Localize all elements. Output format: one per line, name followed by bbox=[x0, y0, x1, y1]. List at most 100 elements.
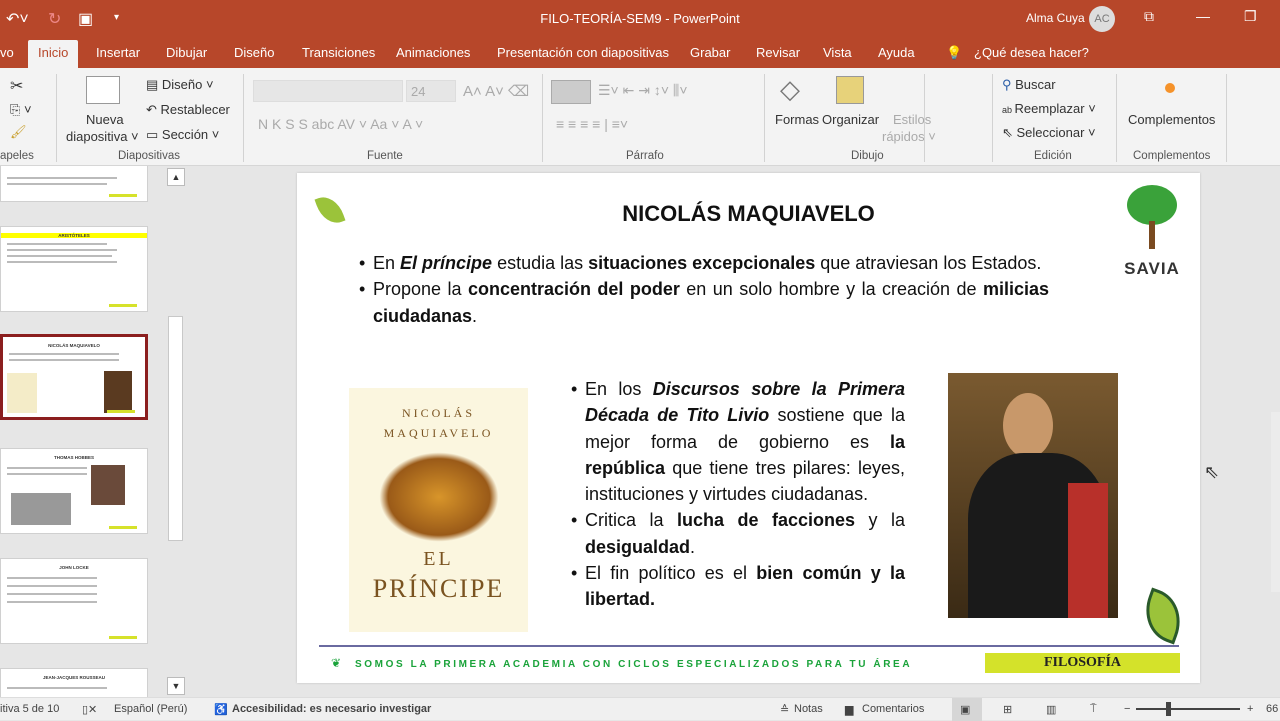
thumbnail-title: JEAN-JACQUES ROUSSEAU bbox=[42, 675, 105, 680]
search-icon: ⚲ bbox=[1002, 77, 1016, 92]
tab-transiciones[interactable]: Transiciones bbox=[302, 45, 375, 60]
slide-title: NICOLÁS MAQUIAVELO bbox=[622, 201, 875, 226]
slide-thumbnail[interactable] bbox=[0, 166, 148, 202]
slides-group-label: Diapositivas bbox=[118, 150, 180, 162]
tab-revisar[interactable]: Revisar bbox=[756, 45, 800, 60]
paragraph-list-icons[interactable]: ☰˅ ⇤ ⇥ ↕˅ ⫼˅ bbox=[598, 82, 688, 99]
tab-vista[interactable]: Vista bbox=[823, 45, 852, 60]
mouse-cursor-icon: ⇖ bbox=[1204, 462, 1220, 482]
font-name-box[interactable] bbox=[253, 80, 403, 102]
zoom-slider[interactable] bbox=[1136, 708, 1240, 710]
slide-sorter-icon[interactable]: ⊞ bbox=[1003, 703, 1012, 716]
book-author-first: NICOLÁS bbox=[401, 406, 475, 420]
new-slide-button[interactable]: Nueva bbox=[86, 112, 124, 127]
reset-button[interactable]: ↶ Restablecer bbox=[146, 102, 230, 118]
addins-button[interactable]: Complementos bbox=[1128, 112, 1215, 127]
zoom-level[interactable]: 66 bbox=[1266, 703, 1278, 715]
tab-archivo[interactable]: vo bbox=[0, 45, 14, 60]
copy-icon[interactable]: ⎘ ˅ bbox=[10, 102, 32, 118]
select-button[interactable]: ⇖ Seleccionar ˅ bbox=[1002, 125, 1096, 141]
scroll-up-icon[interactable]: ▲ bbox=[167, 168, 185, 186]
restore-icon[interactable]: ❐ bbox=[1244, 8, 1257, 25]
format-painter-icon[interactable]: 🖌 bbox=[10, 124, 27, 140]
thumbnail-title: JOHN LOCKE bbox=[59, 565, 89, 570]
addins-group-label: Complementos bbox=[1133, 150, 1211, 162]
reset-icon: ↶ bbox=[146, 102, 161, 117]
savia-logo: SAVIA bbox=[1119, 185, 1185, 278]
tab-diseno[interactable]: Diseño bbox=[234, 45, 274, 60]
bullet-1: En El príncipe estudia las situaciones e… bbox=[359, 250, 1049, 277]
tab-dibujar[interactable]: Dibujar bbox=[166, 45, 207, 60]
spellcheck-icon[interactable]: ▯✕ bbox=[82, 703, 97, 716]
accessibility-button[interactable]: Accesibilidad: es necesario investigar bbox=[232, 703, 431, 715]
tab-grabar[interactable]: Grabar bbox=[690, 45, 730, 60]
ribbon-tabs: vo Inicio Insertar Dibujar Diseño Transi… bbox=[0, 36, 1280, 68]
language-button[interactable]: Español (Perú) bbox=[114, 703, 187, 715]
find-label: Buscar bbox=[1015, 77, 1056, 92]
scrollbar-thumb[interactable] bbox=[168, 316, 183, 541]
slide-thumbnail-selected[interactable]: NICOLÁS MAQUIAVELO bbox=[0, 334, 148, 420]
bullets-button[interactable] bbox=[551, 80, 591, 104]
comments-button[interactable]: Comentarios bbox=[862, 703, 924, 715]
footer-slogan: SOMOS LA PRIMERA ACADEMIA CON CICLOS ESP… bbox=[355, 659, 913, 670]
zoom-slider-thumb[interactable] bbox=[1166, 702, 1171, 716]
user-name[interactable]: Alma Cuya bbox=[1026, 11, 1085, 25]
zoom-out-icon[interactable]: − bbox=[1124, 703, 1130, 715]
slide-scrollbar[interactable] bbox=[1271, 412, 1280, 592]
machiavelli-portrait bbox=[948, 373, 1118, 618]
slide-thumbnail[interactable]: JEAN-JACQUES ROUSSEAU bbox=[0, 668, 148, 697]
replace-button[interactable]: ab Reemplazar ˅ bbox=[1002, 101, 1096, 116]
avatar[interactable]: AC bbox=[1089, 6, 1115, 32]
reading-view-icon[interactable]: ▥ bbox=[1046, 703, 1056, 716]
font-grow-shrink-icons[interactable]: A˄ A˅ ⌫ bbox=[463, 82, 529, 100]
notes-button[interactable]: Notas bbox=[794, 703, 823, 715]
arrange-button[interactable]: Organizar bbox=[822, 112, 879, 127]
replace-label: Reemplazar ˅ bbox=[1014, 101, 1096, 116]
slideshow-icon[interactable]: ⍑ bbox=[1090, 703, 1097, 716]
layout-label: Diseño ˅ bbox=[161, 77, 214, 92]
accessibility-icon: ♿ bbox=[214, 704, 228, 716]
scroll-down-icon[interactable]: ▼ bbox=[167, 677, 185, 695]
tab-ayuda[interactable]: Ayuda bbox=[878, 45, 915, 60]
font-format-buttons[interactable]: N K S S abc AV ˅ Aa ˅ A ˅ bbox=[258, 116, 423, 132]
find-button[interactable]: ⚲ Buscar bbox=[1002, 77, 1056, 93]
book-author-last: MAQUIAVELO bbox=[383, 426, 494, 440]
cut-icon[interactable]: ✂ bbox=[10, 76, 23, 96]
editing-group-label: Edición bbox=[1034, 150, 1072, 162]
quick-styles-dropdown[interactable]: rápidos ˅ bbox=[882, 129, 936, 144]
top-bullets: En El príncipe estudia las situaciones e… bbox=[359, 250, 1049, 329]
slide-counter: itiva 5 de 10 bbox=[0, 703, 60, 715]
slide-thumbnail[interactable]: THOMAS HOBBES bbox=[0, 448, 148, 534]
slide-thumbnail[interactable]: ARISTÓTELES bbox=[0, 226, 148, 312]
tab-animaciones[interactable]: Animaciones bbox=[396, 45, 470, 60]
notes-icon: ≙ bbox=[780, 704, 790, 716]
quick-styles-button[interactable]: Estilos bbox=[893, 112, 931, 127]
thumbnails-scrollbar[interactable]: ▲ ▼ bbox=[166, 166, 186, 697]
cursor-icon: ⇖ bbox=[1002, 125, 1017, 140]
book-title: PRÍNCIPE bbox=[372, 574, 505, 603]
drawing-group-label: Dibujo bbox=[851, 150, 884, 162]
section-label: Sección ˅ bbox=[161, 127, 220, 142]
align-icons[interactable]: ≡ ≡ ≡ ≡ | ≡˅ bbox=[556, 116, 628, 132]
new-slide-dropdown[interactable]: diapositiva ˅ bbox=[66, 129, 139, 144]
tab-presentacion[interactable]: Presentación con diapositivas bbox=[497, 45, 669, 60]
bullet-5: El fin político es el bien común y la li… bbox=[571, 560, 905, 613]
slide-thumbnails-pane[interactable]: ARISTÓTELES NICOLÁS MAQUIAVELO THOMAS HO… bbox=[0, 166, 188, 697]
slide-canvas[interactable]: NICOLÁS MAQUIAVELO SAVIA En El príncipe … bbox=[297, 173, 1200, 683]
layout-button[interactable]: ▤ Diseño ˅ bbox=[146, 77, 214, 93]
tab-insertar[interactable]: Insertar bbox=[96, 45, 140, 60]
slide-thumbnail[interactable]: JOHN LOCKE bbox=[0, 558, 148, 644]
zoom-in-icon[interactable]: + bbox=[1247, 703, 1253, 715]
section-button[interactable]: ▭ Sección ˅ bbox=[146, 127, 219, 143]
shapes-button[interactable]: Formas bbox=[775, 112, 819, 127]
ribbon-display-icon[interactable]: ⧉ bbox=[1144, 8, 1154, 25]
tab-inicio[interactable]: Inicio bbox=[28, 40, 79, 68]
title-bar: ↶˅ ↻ ▣ ▾ FILO-TEORÍA-SEM9 - PowerPoint A… bbox=[0, 0, 1280, 36]
minimize-icon[interactable]: — bbox=[1196, 8, 1210, 24]
font-size-box[interactable]: 24 bbox=[406, 80, 456, 102]
bullet-2: Propone la concentración del poder en un… bbox=[359, 276, 1049, 329]
tell-me-input[interactable]: ¿Qué desea hacer? bbox=[974, 45, 1089, 60]
arrange-icon[interactable] bbox=[836, 76, 864, 104]
shapes-icon[interactable]: ◇ bbox=[780, 74, 800, 105]
new-slide-icon[interactable] bbox=[86, 76, 120, 104]
